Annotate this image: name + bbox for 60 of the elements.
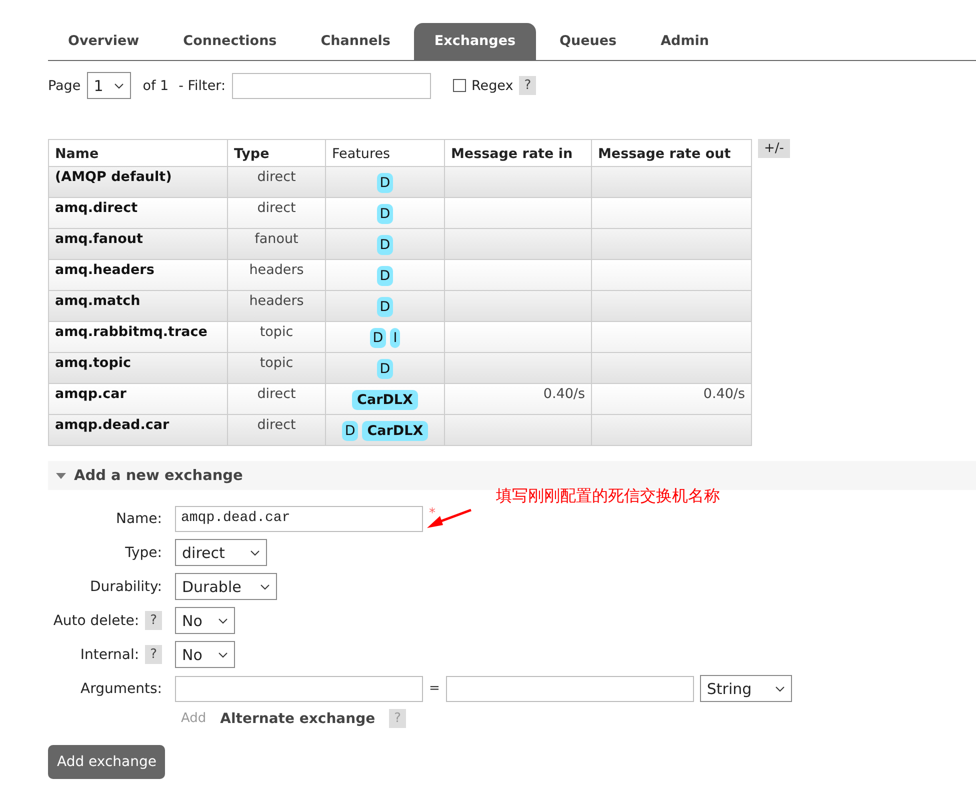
- help-button[interactable]: ?: [145, 611, 162, 630]
- required-mark: *: [429, 506, 436, 521]
- column-header: Type: [228, 140, 326, 166]
- column-header: Name: [48, 140, 228, 166]
- column-header: Message rate in: [444, 140, 592, 166]
- internal-select[interactable]: No: [175, 641, 235, 668]
- regex-label: Regex: [472, 78, 514, 94]
- feature-tag: D: [376, 173, 394, 193]
- alternate-exchange-link[interactable]: Alternate exchange: [220, 710, 376, 726]
- argument-key-field[interactable]: [175, 676, 423, 702]
- page-label: Page: [48, 78, 81, 94]
- auto-delete-select[interactable]: No: [175, 607, 235, 634]
- field-label: Durability:: [88, 578, 162, 594]
- column-header: Features: [326, 140, 444, 166]
- help-button[interactable]: ?: [145, 645, 162, 664]
- table-cell: direct: [228, 414, 326, 446]
- nav-tab[interactable]: Connections: [163, 23, 297, 60]
- feature-tag: D: [342, 421, 358, 441]
- filter-field[interactable]: [232, 72, 431, 98]
- feature-tag: D: [376, 266, 394, 286]
- argument-type-select[interactable]: String: [700, 675, 792, 702]
- feature-tag: D: [370, 328, 386, 348]
- name-field[interactable]: amqp.dead.car: [175, 506, 423, 532]
- nav-tab[interactable]: Admin: [640, 23, 729, 60]
- annotation-arrow: [426, 508, 472, 530]
- column-header: Message rate out: [592, 140, 752, 166]
- feature-tag: D: [376, 235, 394, 255]
- nav-tab[interactable]: Overview: [48, 23, 160, 60]
- columns-toggle-button[interactable]: +/-: [758, 139, 790, 158]
- nav-tab[interactable]: Queues: [540, 23, 637, 60]
- regex-checkbox[interactable]: [452, 79, 466, 92]
- chevron-icon: [114, 82, 124, 88]
- field-label: Auto delete:: [53, 612, 140, 628]
- chevron-icon: [774, 686, 785, 692]
- chevron-icon: [260, 584, 270, 590]
- type-select[interactable]: direct: [175, 539, 267, 566]
- help-button[interactable]: ?: [519, 76, 536, 95]
- filter-label: - Filter:: [178, 78, 226, 94]
- chevron-icon: [250, 550, 260, 556]
- feature-tag: CarDLX: [362, 421, 428, 441]
- field-label: Type:: [124, 544, 162, 560]
- field-label: Internal:: [80, 646, 140, 662]
- table-cell: amqp.dead.car: [48, 414, 228, 446]
- field-label: Name:: [114, 511, 162, 527]
- add-exchange-button[interactable]: Add exchange: [48, 745, 166, 779]
- field-label: Arguments:: [80, 680, 162, 696]
- equals-sign: =: [429, 681, 440, 696]
- chevron-icon: [218, 618, 228, 624]
- chevron-icon: [218, 652, 228, 658]
- feature-tag: D: [376, 204, 394, 224]
- nav-tab[interactable]: Channels: [300, 23, 410, 60]
- feature-tag: D: [376, 297, 394, 317]
- feature-tag: I: [390, 328, 400, 348]
- feature-tag: D: [376, 359, 394, 379]
- nav-tab[interactable]: Exchanges: [414, 23, 536, 60]
- feature-tag: CarDLX: [352, 390, 418, 410]
- page-select[interactable]: 1: [86, 72, 131, 99]
- page-count: of 1: [142, 78, 169, 94]
- argument-value-field[interactable]: [446, 676, 694, 702]
- durability-select[interactable]: Durable: [175, 573, 277, 600]
